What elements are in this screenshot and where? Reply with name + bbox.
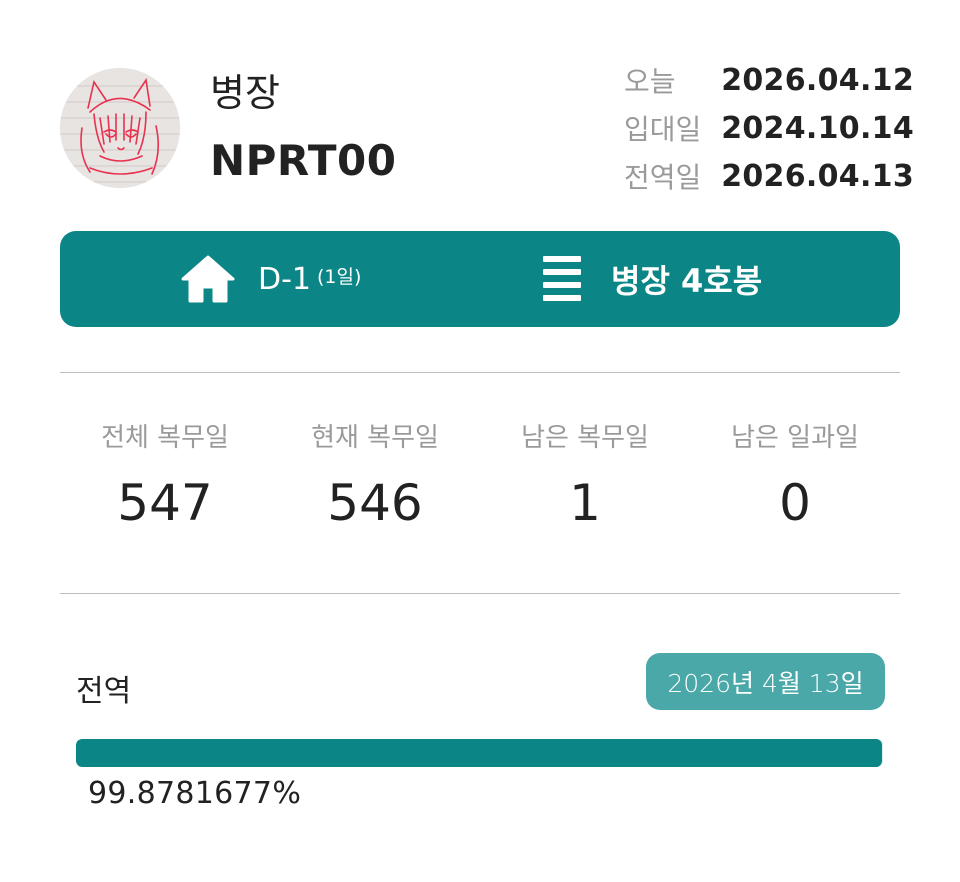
divider bbox=[60, 593, 900, 594]
avatar-sketch-image bbox=[60, 68, 180, 188]
discharge-date-chip[interactable]: 2026년 4월 13일 bbox=[646, 653, 885, 710]
dday-text: D-1 bbox=[258, 261, 312, 297]
stat-total-days: 전체 복무일 547 bbox=[60, 415, 270, 545]
divider bbox=[60, 372, 900, 373]
stat-current-days: 현재 복무일 546 bbox=[270, 415, 480, 545]
status-bar: D-1 (1일) 병장 4호봉 bbox=[60, 231, 900, 327]
stat-label: 전체 복무일 bbox=[101, 423, 229, 453]
date-row-discharge: 전역일 2026.04.13 bbox=[624, 152, 914, 200]
avatar[interactable] bbox=[60, 68, 180, 188]
date-value: 2026.04.13 bbox=[721, 158, 914, 194]
stat-value: 547 bbox=[117, 474, 213, 532]
date-value: 2026.04.12 bbox=[721, 62, 914, 98]
date-label: 전역일 bbox=[624, 161, 702, 194]
date-row-enlistment: 입대일 2024.10.14 bbox=[624, 104, 914, 152]
stat-value: 546 bbox=[327, 474, 423, 532]
stat-label: 현재 복무일 bbox=[311, 423, 439, 453]
stat-label: 남은 일과일 bbox=[731, 423, 859, 453]
home-icon bbox=[181, 255, 235, 303]
progress-bar bbox=[76, 739, 883, 767]
rank-step-text: 병장 4호봉 bbox=[611, 262, 763, 300]
stat-remaining-workdays: 남은 일과일 0 bbox=[690, 415, 900, 545]
progress-fill bbox=[76, 739, 883, 767]
progress-label: 전역 bbox=[76, 674, 132, 709]
date-info: 오늘 2026.04.12 입대일 2024.10.14 전역일 2026.04… bbox=[624, 56, 914, 200]
stat-value: 0 bbox=[779, 474, 811, 532]
progress-percent: 99.8781677% bbox=[88, 776, 302, 811]
date-row-today: 오늘 2026.04.12 bbox=[624, 56, 914, 104]
dday-days: (1일) bbox=[317, 265, 362, 288]
stat-label: 남은 복무일 bbox=[521, 423, 649, 453]
rank-step-button[interactable]: 병장 4호봉 bbox=[543, 231, 762, 327]
stat-value: 1 bbox=[569, 474, 601, 532]
rank-title: 병장 bbox=[210, 71, 280, 115]
user-name: NPRT00 bbox=[210, 136, 397, 185]
date-label: 입대일 bbox=[624, 113, 702, 146]
dday-button[interactable]: D-1 (1일) bbox=[180, 231, 361, 327]
service-stats: 전체 복무일 547 현재 복무일 546 남은 복무일 1 남은 일과일 0 bbox=[60, 415, 900, 545]
stat-remaining-days: 남은 복무일 1 bbox=[480, 415, 690, 545]
date-value: 2024.10.14 bbox=[721, 110, 914, 146]
date-label: 오늘 bbox=[624, 65, 676, 98]
menu-lines-icon bbox=[543, 256, 581, 301]
